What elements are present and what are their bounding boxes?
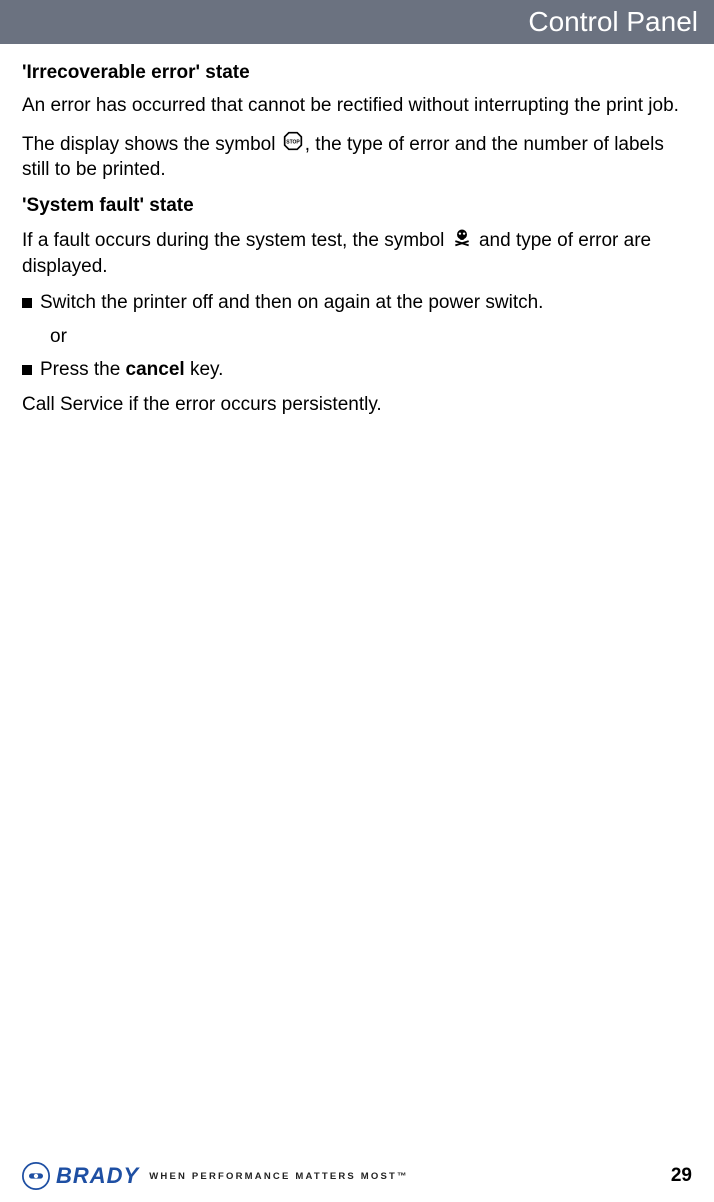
- page-content: 'Irrecoverable error' state An error has…: [0, 44, 714, 418]
- bullet-text: Press the cancel key.: [40, 358, 223, 383]
- page-footer: BRADY WHEN PERFORMANCE MATTERS MOST™ 29: [0, 1162, 714, 1190]
- para-systemfault-1: If a fault occurs during the system test…: [22, 227, 692, 279]
- footer-left: BRADY WHEN PERFORMANCE MATTERS MOST™: [22, 1162, 409, 1190]
- brady-brand-text: BRADY: [56, 1163, 139, 1189]
- bold-text: cancel: [126, 359, 185, 380]
- text-fragment: If a fault occurs during the system test…: [22, 230, 450, 251]
- skull-crossbones-icon: [452, 227, 472, 255]
- bullet-text: Switch the printer off and then on again…: [40, 291, 543, 316]
- text-fragment: key.: [185, 359, 224, 380]
- square-bullet-icon: [22, 298, 32, 308]
- bullet-item-1: Switch the printer off and then on again…: [22, 291, 692, 316]
- footer-tagline: WHEN PERFORMANCE MATTERS MOST™: [149, 1171, 409, 1182]
- para-systemfault-2: Call Service if the error occurs persist…: [22, 393, 692, 418]
- page-header: Control Panel: [0, 0, 714, 44]
- page-number: 29: [671, 1165, 692, 1187]
- square-bullet-icon: [22, 365, 32, 375]
- section-heading-irrecoverable: 'Irrecoverable error' state: [22, 62, 692, 84]
- bullet-item-2: Press the cancel key.: [22, 358, 692, 383]
- section-heading-systemfault: 'System fault' state: [22, 195, 692, 217]
- brady-roundel-icon: [22, 1162, 50, 1190]
- para-irrecoverable-2: The display shows the symbol STOP , the …: [22, 131, 692, 183]
- header-title: Control Panel: [528, 6, 698, 37]
- para-irrecoverable-1: An error has occurred that cannot be rec…: [22, 94, 692, 119]
- brady-logo: BRADY: [22, 1162, 139, 1190]
- text-fragment: Press the: [40, 359, 126, 380]
- or-text: or: [50, 326, 692, 348]
- stop-sign-icon: STOP: [283, 131, 303, 159]
- text-fragment: The display shows the symbol: [22, 134, 281, 155]
- svg-text:STOP: STOP: [286, 139, 300, 145]
